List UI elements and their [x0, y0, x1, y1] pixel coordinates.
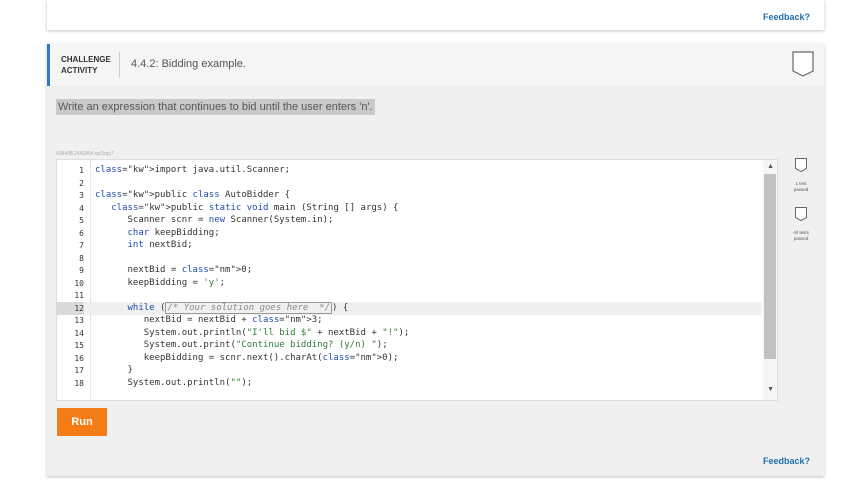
code-line[interactable]: 2	[57, 177, 762, 190]
line-number: 3	[79, 191, 84, 200]
line-number: 18	[74, 378, 84, 388]
code-text[interactable]: keepBidding = 'y';	[95, 277, 226, 290]
activity-type-label: CHALLENGE ACTIVITY	[61, 55, 111, 75]
code-text[interactable]: int nextBid;	[95, 239, 193, 252]
code-text[interactable]: nextBid = class="nm">0;	[95, 264, 253, 277]
challenge-activity-card: CHALLENGE ACTIVITY 4.4.2: Bidding exampl…	[47, 44, 824, 476]
completion-badge-icon	[792, 51, 814, 77]
line-number: 17	[74, 366, 84, 375]
code-line[interactable]: 6 char keepBidding;	[57, 227, 762, 240]
scrollbar-thumb[interactable]	[764, 174, 776, 359]
code-text[interactable]: }	[95, 364, 133, 377]
line-number: 11	[74, 291, 84, 300]
test-status-text: 1 test passed	[793, 181, 809, 192]
code-text[interactable]: System.out.println("");	[95, 377, 253, 390]
activity-title: 4.4.2: Bidding example.	[131, 58, 246, 70]
test-status-1-test: 1 test passed	[786, 158, 816, 193]
code-line[interactable]: 12 while (/* Your solution goes here */)…	[57, 301, 762, 315]
code-text[interactable]: class="kw">public class AutoBidder {	[95, 189, 290, 202]
previous-activity-card: Feedback?	[47, 0, 824, 30]
line-number: 1	[79, 166, 84, 175]
line-number: 5	[79, 216, 84, 225]
code-line[interactable]: 8	[57, 252, 762, 265]
code-text[interactable]: System.out.print("Continue bidding? (y/n…	[95, 339, 388, 352]
code-text[interactable]: keepBidding = scnr.next().charAt(class="…	[95, 352, 399, 365]
code-text[interactable]: while (/* Your solution goes here */) {	[95, 301, 348, 315]
code-editor[interactable]: 1 class="kw">import java.util.Scanner; 2 3 c…	[56, 159, 778, 401]
line-number: 10	[74, 278, 84, 288]
line-number: 4	[79, 203, 84, 213]
code-text[interactable]: System.out.println("I'll bid $" + nextBi…	[95, 327, 410, 340]
test-badge-icon	[795, 207, 807, 222]
code-line[interactable]: 4 class="kw">public static void main (St…	[57, 202, 762, 215]
code-text[interactable]: char keepBidding;	[95, 227, 220, 240]
code-line[interactable]: 17 }	[57, 364, 762, 377]
code-line[interactable]: 11	[57, 289, 762, 302]
code-line[interactable]: 5 Scanner scnr = new Scanner(System.in);	[57, 214, 762, 227]
scroll-down-arrow-icon[interactable]: ▼	[767, 386, 774, 393]
scroll-up-arrow-icon[interactable]: ▲	[767, 163, 774, 170]
code-line[interactable]: 18 System.out.println("");	[57, 377, 762, 390]
code-line[interactable]: 16 keepBidding = scnr.next().charAt(clas…	[57, 352, 762, 365]
run-button[interactable]: Run	[57, 408, 107, 436]
line-number: 12	[57, 301, 84, 315]
line-number: 16	[74, 353, 84, 363]
line-number: 8	[79, 253, 84, 263]
code-text[interactable]: Scanner scnr = new Scanner(System.in);	[95, 214, 334, 227]
test-badge-icon	[795, 158, 807, 173]
feedback-link[interactable]: Feedback?	[763, 12, 810, 22]
header-divider	[119, 52, 120, 78]
line-number: 7	[79, 241, 84, 250]
code-line[interactable]: 13 nextBid = nextBid + class="nm">3;	[57, 314, 762, 327]
code-line[interactable]: 1 class="kw">import java.util.Scanner;	[57, 164, 762, 177]
instruction-text: Write an expression that continues to bi…	[56, 99, 375, 115]
line-number: 2	[79, 178, 84, 188]
test-status-all-tests: All tests passed	[786, 207, 816, 242]
code-line[interactable]: 9 nextBid = class="nm">0;	[57, 264, 762, 277]
code-text[interactable]: nextBid = nextBid + class="nm">3;	[95, 314, 323, 327]
activity-header: CHALLENGE ACTIVITY 4.4.2: Bidding exampl…	[47, 44, 824, 86]
line-number: 15	[74, 341, 84, 350]
code-text[interactable]: class="kw">public static void main (Stri…	[95, 202, 398, 215]
feedback-link[interactable]: Feedback?	[763, 456, 810, 466]
code-line[interactable]: 14 System.out.println("I'll bid $" + nex…	[57, 327, 762, 340]
editor-scrollbar[interactable]: ▲ ▼	[763, 160, 777, 400]
line-number: 14	[74, 328, 84, 338]
test-status-text: All tests passed	[793, 230, 809, 241]
line-number: 13	[74, 316, 84, 325]
activity-body: Write an expression that continues to bi…	[47, 86, 824, 476]
code-line[interactable]: 3 class="kw">public class AutoBidder {	[57, 189, 762, 202]
header-accent-bar	[47, 44, 50, 86]
code-text[interactable]: class="kw">import java.util.Scanner;	[95, 164, 290, 177]
code-line[interactable]: 15 System.out.print("Continue bidding? (…	[57, 339, 762, 352]
activity-id: 418408.2441854.qx3zqy7	[56, 151, 114, 157]
code-line[interactable]: 7 int nextBid;	[57, 239, 762, 252]
line-number: 9	[79, 266, 84, 275]
line-number: 6	[79, 228, 84, 238]
code-line[interactable]: 10 keepBidding = 'y';	[57, 277, 762, 290]
